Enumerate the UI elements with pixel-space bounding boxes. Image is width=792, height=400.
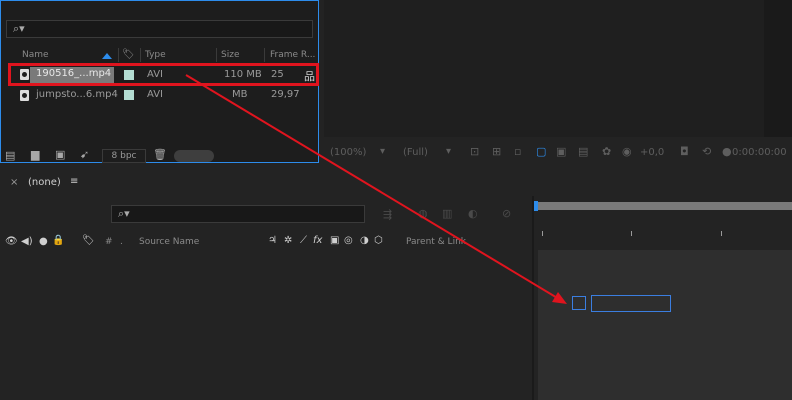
annotation-arrow: [185, 74, 567, 304]
